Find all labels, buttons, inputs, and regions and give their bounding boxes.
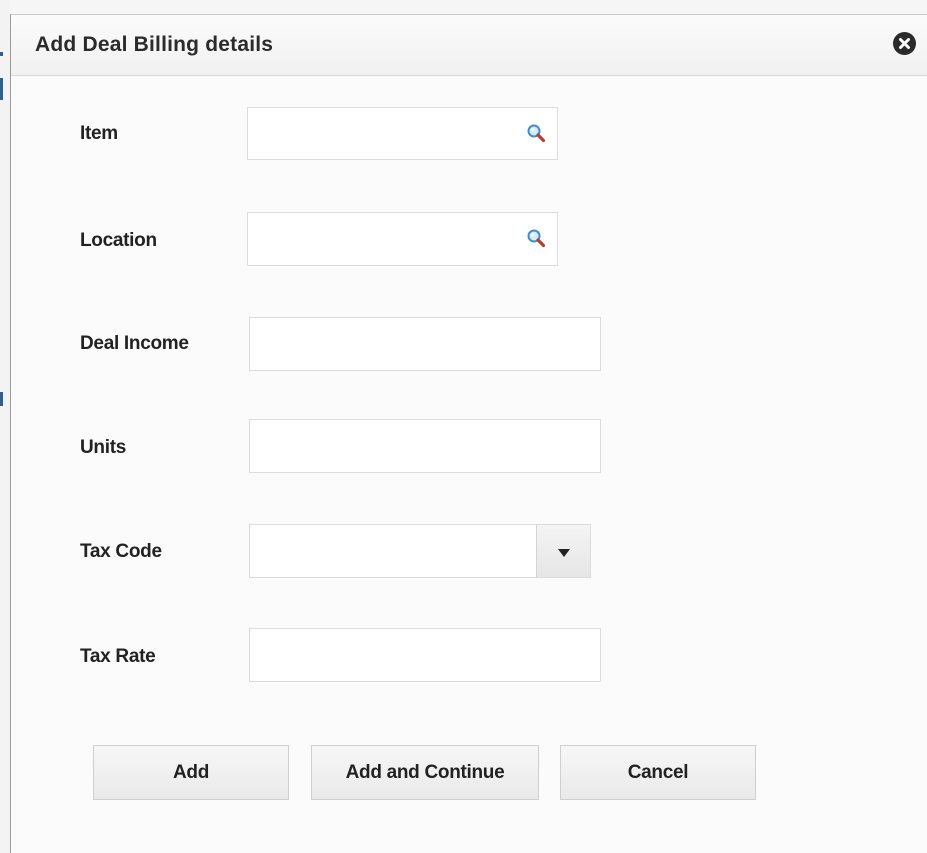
deal-income-label: Deal Income	[80, 333, 189, 354]
units-label: Units	[80, 437, 127, 458]
tax-rate-input[interactable]	[250, 629, 600, 681]
item-label: Item	[80, 123, 118, 144]
background-page-edge	[0, 0, 10, 853]
dialog-title: Add Deal Billing details	[35, 33, 274, 56]
add-deal-billing-dialog: Add Deal Billing details Item Location D…	[10, 14, 927, 853]
cancel-button[interactable]: Cancel	[560, 745, 756, 800]
units-input[interactable]	[250, 420, 600, 472]
background-accent-mark	[0, 78, 3, 100]
deal-income-field	[249, 317, 601, 371]
background-accent-mark	[0, 392, 3, 406]
deal-income-input[interactable]	[250, 318, 600, 370]
tax-code-label: Tax Code	[80, 541, 162, 562]
dialog-titlebar: Add Deal Billing details	[11, 15, 927, 76]
tax-rate-label: Tax Rate	[80, 646, 156, 667]
tax-code-select[interactable]	[249, 524, 591, 578]
location-lookup-field	[247, 212, 558, 266]
search-icon[interactable]	[525, 122, 547, 144]
units-field	[249, 419, 601, 473]
location-label: Location	[80, 230, 157, 251]
item-input[interactable]	[248, 108, 557, 159]
add-and-continue-button[interactable]: Add and Continue	[311, 745, 539, 800]
close-button[interactable]	[893, 32, 916, 55]
add-button[interactable]: Add	[93, 745, 289, 800]
close-icon	[899, 38, 910, 49]
tax-code-dropdown-button[interactable]	[536, 525, 590, 577]
tax-rate-field	[249, 628, 601, 682]
background-accent-mark	[0, 52, 3, 56]
item-lookup-field	[247, 107, 558, 160]
search-icon[interactable]	[525, 227, 547, 249]
caret-down-icon	[558, 549, 570, 557]
location-input[interactable]	[248, 213, 557, 265]
